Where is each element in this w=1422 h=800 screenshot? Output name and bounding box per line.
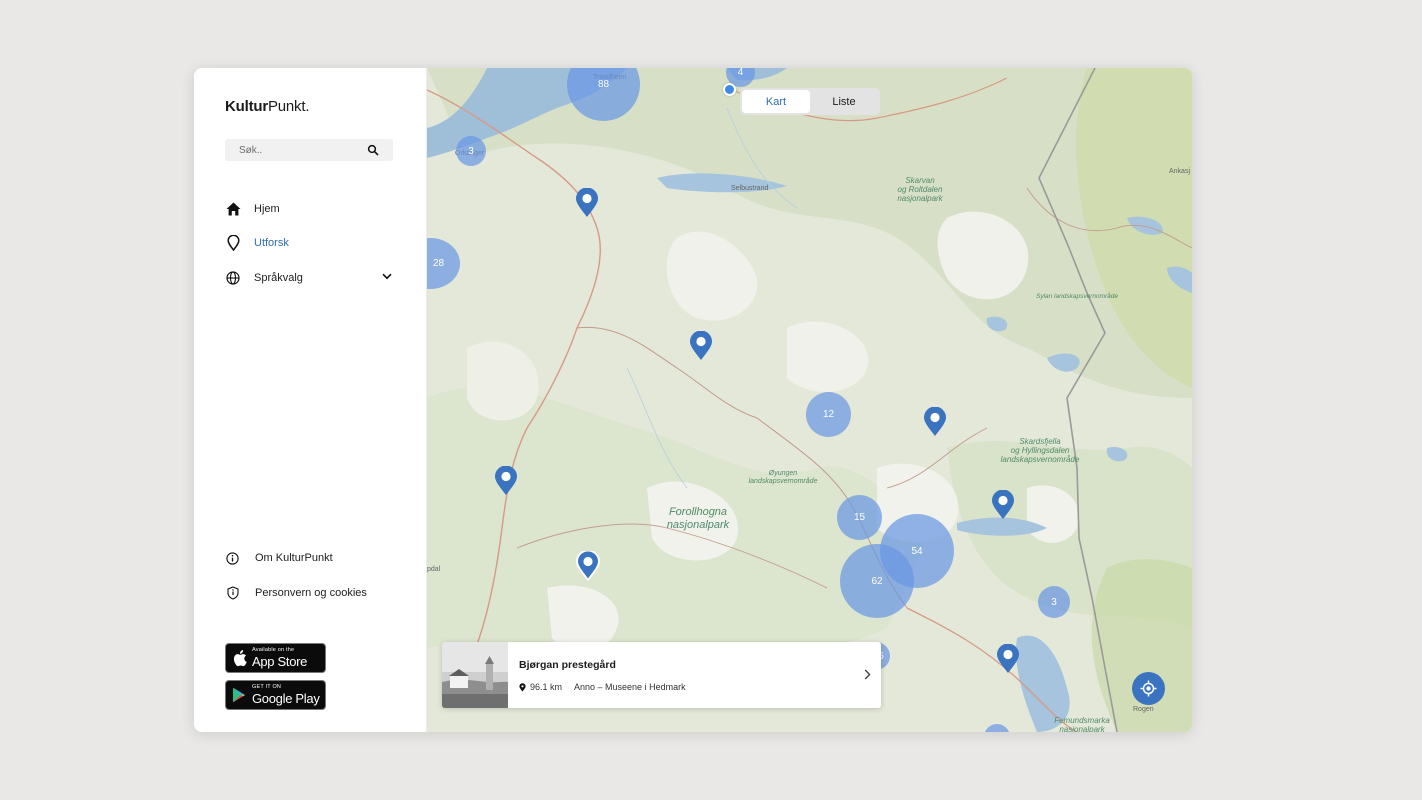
app-logo[interactable]: KulturPunkt. (225, 98, 309, 115)
app-store-small-label: Available on the (252, 647, 295, 654)
home-icon (225, 201, 241, 217)
app-store-label: App Store (252, 653, 308, 669)
map-cluster[interactable]: 3 (1038, 586, 1070, 618)
chevron-down-icon[interactable] (382, 273, 392, 280)
privacy-link[interactable]: Personvern og cookies (225, 583, 367, 603)
cluster-count: 54 (911, 545, 923, 557)
google-play-label: Google Play (252, 690, 320, 706)
map-pin-icon[interactable] (494, 466, 518, 496)
place-title: Bjørgan prestegård (519, 659, 616, 671)
nav-item-explore-label: Utforsk (254, 237, 289, 249)
map-pin-icon[interactable] (991, 490, 1015, 520)
location-icon (519, 682, 526, 692)
app-store-button[interactable]: Available on the App Store (225, 643, 326, 673)
nav-item-language[interactable]: Språkvalg (225, 268, 395, 288)
logo-text-bold: Kultur (225, 98, 268, 115)
tab-list[interactable]: Liste (810, 90, 878, 113)
about-link-label: Om KulturPunkt (255, 552, 333, 564)
logo-text-regular: Punkt. (267, 98, 310, 115)
map-cluster[interactable]: 3 (456, 136, 486, 166)
globe-icon (225, 270, 241, 286)
google-play-small-label: GET IT ON (252, 684, 282, 691)
map-pin-icon[interactable] (575, 188, 599, 218)
privacy-link-label: Personvern og cookies (255, 587, 367, 599)
map-cluster[interactable]: 54 (880, 514, 954, 588)
app-window: KulturPunkt. Hjem Utforsk Språkvalg (194, 68, 1192, 732)
place-thumbnail (442, 642, 508, 708)
about-link[interactable]: Om KulturPunkt (225, 548, 333, 568)
map-pin-icon[interactable] (689, 331, 713, 361)
nav-item-home[interactable]: Hjem (225, 199, 395, 219)
cluster-count: 3 (1051, 596, 1057, 608)
play-store-icon (226, 687, 252, 703)
info-icon (225, 551, 240, 566)
map-view[interactable]: Skarvan og Roltdalen nasjonalpark Sylan … (427, 68, 1192, 732)
cluster-count: 62 (871, 575, 883, 587)
locate-icon (1140, 680, 1157, 697)
view-toggle: Kart Liste (740, 88, 880, 115)
cluster-count: 28 (432, 258, 445, 269)
map-cluster[interactable]: 15 (837, 495, 882, 540)
cluster-count: 12 (822, 409, 835, 420)
search-icon[interactable] (367, 144, 379, 156)
sidebar: KulturPunkt. Hjem Utforsk Språkvalg (194, 68, 427, 732)
search-box (225, 139, 393, 161)
chevron-right-icon (864, 669, 871, 680)
place-organization: Anno – Museene i Hedmark (574, 682, 686, 692)
user-location-dot (723, 83, 736, 96)
search-input[interactable] (225, 139, 365, 161)
apple-icon (226, 649, 252, 667)
shield-icon (225, 586, 240, 601)
place-card[interactable]: Bjørgan prestegård 96.1 km Anno – Museen… (442, 642, 881, 708)
cluster-count: 15 (853, 512, 866, 523)
cluster-count: 4 (737, 68, 744, 78)
map-pin-icon[interactable] (923, 407, 947, 437)
selected-map-pin-icon[interactable] (576, 551, 600, 581)
nav-item-home-label: Hjem (254, 203, 280, 215)
nav-item-language-label: Språkvalg (254, 272, 303, 284)
nav-item-explore[interactable]: Utforsk (225, 233, 395, 253)
place-distance: 96.1 km (530, 682, 563, 692)
cluster-count: 3 (468, 145, 474, 157)
google-play-button[interactable]: GET IT ON Google Play (225, 680, 326, 710)
map-pin-icon (225, 235, 241, 251)
cluster-count: 88 (597, 79, 610, 90)
map-pin-icon[interactable] (996, 644, 1020, 674)
locate-button[interactable] (1132, 672, 1165, 705)
map-cluster[interactable]: 12 (806, 392, 851, 437)
tab-map[interactable]: Kart (742, 90, 810, 113)
